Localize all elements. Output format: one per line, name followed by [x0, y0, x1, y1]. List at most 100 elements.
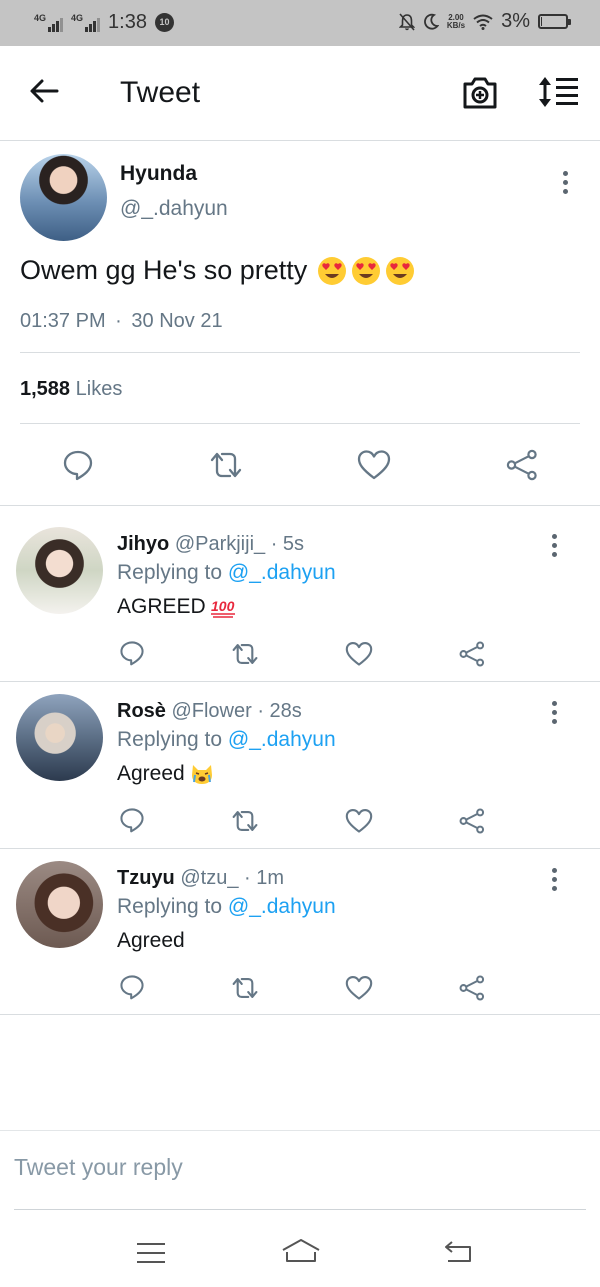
reply-text-content: Agreed [117, 929, 185, 952]
meta-separator: · [115, 310, 122, 332]
replying-to: Replying to @_.dahyun [117, 561, 336, 585]
status-bar-left: 4G 4G 1:38 10 [34, 11, 174, 34]
reply-icon[interactable] [118, 807, 146, 833]
tweet-timestamp: 01:37 PM · 30 Nov 21 [20, 310, 223, 333]
reply-text: AGREED 100 [117, 595, 238, 619]
composer-divider [0, 1130, 600, 1131]
more-options-icon[interactable] [551, 701, 557, 724]
status-bar-right: 2.00 KB/s 3% [398, 10, 571, 33]
reply-time: · 5s [270, 533, 305, 555]
status-time: 1:38 [108, 11, 147, 33]
reply-author-handle[interactable]: @Parkjiji_ [175, 533, 265, 555]
reply-header: Tzuyu @tzu_ · 1m [117, 867, 284, 890]
network-label-1: 4G [34, 12, 47, 23]
replying-to-mention[interactable]: @_.dahyun [228, 728, 336, 751]
sort-icon[interactable] [538, 75, 580, 109]
reply-author-name[interactable]: Jihyo [117, 533, 169, 555]
reply-text-content: AGREED [117, 595, 206, 618]
moon-icon [423, 13, 439, 30]
replying-to-prefix: Replying to [117, 895, 223, 918]
tweet-author-handle[interactable]: @_.dahyun [120, 197, 228, 221]
hundred-points-emoji-icon: 100 [210, 598, 235, 618]
share-icon[interactable] [505, 449, 539, 481]
crying-cat-emoji-icon [191, 765, 212, 784]
svg-text:100: 100 [211, 598, 235, 614]
home-icon[interactable] [281, 1238, 321, 1264]
section-divider [0, 1014, 600, 1015]
reply-author-name[interactable]: Rosè [117, 700, 166, 722]
avatar[interactable] [16, 861, 103, 948]
tweet-author-name[interactable]: Hyunda [120, 162, 197, 186]
wifi-icon [473, 14, 493, 30]
replying-to-mention[interactable]: @_.dahyun [228, 895, 336, 918]
back-arrow-icon[interactable] [28, 75, 60, 107]
silent-bell-icon [398, 12, 415, 31]
replying-to: Replying to @_.dahyun [117, 895, 336, 919]
reply-icon[interactable] [62, 449, 94, 481]
reply-header: Jihyo @Parkjiji_ · 5s [117, 533, 304, 556]
section-divider [0, 681, 600, 682]
likes-count: 1,588 [20, 378, 71, 400]
signal-icon: 4G [34, 12, 64, 32]
reply-input[interactable] [14, 1154, 574, 1181]
heart-eyes-emoji-icon [352, 256, 381, 285]
share-icon[interactable] [458, 641, 486, 667]
page-title: Tweet [120, 76, 201, 109]
likes-stat[interactable]: 1,588 Likes [20, 378, 122, 401]
like-heart-icon[interactable] [357, 449, 391, 481]
status-bar: 4G 4G 1:38 10 2.00 KB/s 3% [0, 0, 600, 46]
tweet-date: 30 Nov 21 [131, 310, 223, 332]
like-heart-icon[interactable] [345, 808, 373, 834]
section-divider [0, 848, 600, 849]
share-icon[interactable] [458, 808, 486, 834]
retweet-icon[interactable] [208, 449, 244, 481]
tweet-time: 01:37 PM [20, 310, 106, 332]
camera-icon[interactable] [461, 76, 499, 110]
reply-author-handle[interactable]: @tzu_ [180, 867, 238, 889]
tweet-text-content: Owem gg He's so pretty [20, 255, 308, 285]
tweet-text: Owem gg He's so pretty [20, 255, 415, 286]
network-speed: 2.00 KB/s [446, 13, 466, 30]
more-options-icon[interactable] [551, 534, 557, 557]
heart-eyes-emoji-icon [386, 256, 415, 285]
reply-icon[interactable] [118, 640, 146, 666]
reply-icon[interactable] [118, 974, 146, 1000]
reply-author-name[interactable]: Tzuyu [117, 867, 175, 889]
signal-icon-2: 4G [71, 12, 101, 32]
app-bar: Tweet [0, 46, 600, 141]
heart-eyes-emoji-icon [318, 256, 347, 285]
reply-time: · 1m [244, 867, 285, 889]
reply-author-handle[interactable]: @Flower [171, 700, 251, 722]
retweet-icon[interactable] [230, 975, 260, 1001]
avatar[interactable] [16, 527, 103, 614]
retweet-icon[interactable] [230, 808, 260, 834]
replying-to: Replying to @_.dahyun [117, 728, 336, 752]
more-options-icon[interactable] [562, 171, 568, 194]
like-heart-icon[interactable] [345, 641, 373, 667]
likes-label: Likes [75, 378, 123, 400]
section-divider [0, 505, 600, 506]
battery-percent: 3% [501, 10, 530, 32]
reply-input-underline [14, 1209, 586, 1210]
network-speed-unit: KB/s [446, 20, 466, 30]
replying-to-mention[interactable]: @_.dahyun [228, 561, 336, 584]
reply-time: · 28s [257, 700, 302, 722]
battery-icon [538, 14, 571, 29]
back-nav-icon[interactable] [443, 1240, 473, 1264]
share-icon[interactable] [458, 975, 486, 1001]
divider [20, 423, 580, 424]
reply-text-content: Agreed [117, 762, 185, 785]
retweet-icon[interactable] [230, 641, 260, 667]
reply-header: Rosè @Flower · 28s [117, 700, 302, 723]
more-options-icon[interactable] [551, 868, 557, 891]
battery-fill [541, 17, 542, 26]
network-label-2: 4G [71, 12, 84, 23]
reply-text: Agreed [117, 762, 214, 786]
menu-icon[interactable] [136, 1242, 166, 1264]
notification-badge: 10 [154, 13, 174, 32]
replying-to-prefix: Replying to [117, 561, 223, 584]
avatar[interactable] [20, 154, 107, 241]
avatar[interactable] [16, 694, 103, 781]
like-heart-icon[interactable] [345, 975, 373, 1001]
reply-text: Agreed [117, 929, 185, 953]
